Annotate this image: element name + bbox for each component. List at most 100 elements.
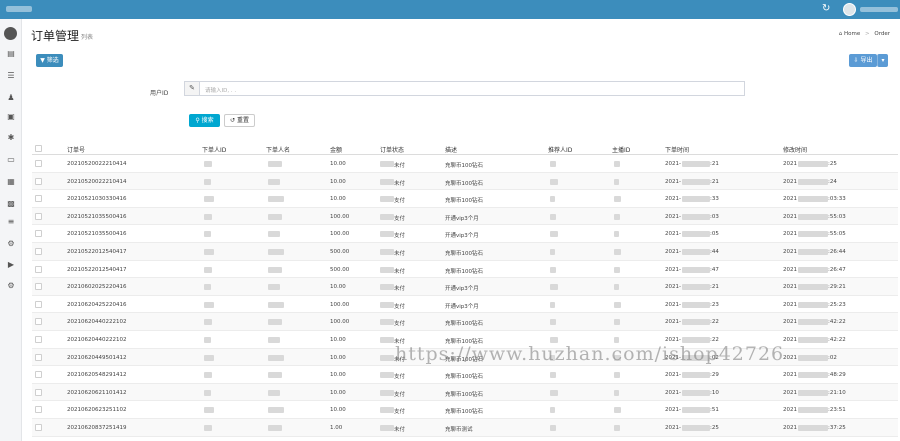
export-dropdown-button[interactable]: ▾	[877, 54, 888, 67]
reset-button[interactable]: ↺ 重置	[224, 114, 255, 127]
col-referrer-id[interactable]: 推荐人ID	[548, 145, 572, 154]
cell-buyer-id-blurred	[204, 407, 214, 414]
table-row[interactable]: 20210620623251102 10.00 支付 充聊币100钻石 2021-:51…	[32, 401, 898, 419]
col-buyer-name[interactable]: 下单人名	[266, 145, 290, 154]
redaction-block	[204, 372, 212, 379]
table-row[interactable]: 20210620621101412 10.00 支付 充聊币100钻石 2021-:10…	[32, 383, 898, 402]
table-row[interactable]: 20210520022210414 10.00 未付 充聊币100钻石 2021-:21…	[32, 155, 898, 173]
user-id-field[interactable]: ✎ 请输入ID, . .	[184, 81, 745, 96]
redaction-block	[204, 424, 212, 431]
chart-icon[interactable]: ▩	[6, 199, 16, 209]
table-row[interactable]: 20210521035500416 100.00 支付 开通vip3个月 2021-:0…	[32, 207, 898, 226]
table-row[interactable]: 20210522012540417 500.00 未付 充聊币100钻石 2021-:4…	[32, 242, 898, 261]
redaction-block	[550, 284, 558, 291]
row-checkbox[interactable]	[35, 388, 42, 396]
redaction-block	[550, 389, 558, 396]
cell-updated-time-tail: :26:44	[828, 248, 846, 255]
cell-status-blurred	[380, 389, 394, 397]
row-checkbox[interactable]	[35, 300, 42, 308]
video-icon[interactable]: ▶	[6, 260, 16, 270]
cell-buyer-name-blurred	[268, 248, 284, 256]
row-checkbox[interactable]	[35, 423, 42, 431]
row-checkbox[interactable]	[35, 406, 42, 414]
table-row[interactable]: 20210602025220416 10.00 未付 开通vip3个月 2021-:21…	[32, 278, 898, 296]
cell-updated-time-tail: :26:47	[828, 266, 846, 273]
image-icon[interactable]: ▦	[6, 177, 16, 187]
table-row[interactable]: 20210620548291412 10.00 支付 充聊币100钻石 2021-:29…	[32, 366, 898, 384]
redaction-block	[268, 266, 282, 273]
cell-created-time: 2021-	[665, 248, 681, 255]
cell-streamer-blurred	[614, 319, 620, 326]
table-row[interactable]: 20210620440222102 100.00 支付 充聊币100钻石 2021-:2…	[32, 313, 898, 331]
cell-buyer-id-blurred	[204, 354, 214, 362]
redaction-block	[380, 248, 394, 255]
row-checkbox[interactable]	[35, 283, 42, 291]
row-checkbox[interactable]	[35, 160, 42, 167]
table-row[interactable]: 20210522012540417 500.00 未付 充聊币100钻石 2021-:4…	[32, 261, 898, 279]
col-streamer-id[interactable]: 主播ID	[612, 145, 630, 154]
cell-created-time-blurred	[682, 213, 710, 221]
card-icon[interactable]: ▭	[6, 155, 16, 165]
redaction-block	[614, 266, 620, 273]
redaction-block	[682, 284, 710, 291]
cell-updated-time-blurred	[798, 319, 828, 326]
table-row[interactable]: 20210620425220416 100.00 支付 开通vip3个月 2021-:2…	[32, 296, 898, 314]
col-buyer-id[interactable]: 下单人ID	[202, 145, 226, 154]
row-checkbox[interactable]	[35, 230, 42, 238]
row-checkbox[interactable]	[35, 195, 42, 203]
cell-updated-time-tail: :24	[828, 178, 837, 185]
select-all-checkbox[interactable]	[35, 145, 42, 152]
list-icon[interactable]: ☰	[6, 71, 16, 81]
cell-buyer-name-blurred	[268, 319, 282, 326]
row-checkbox[interactable]	[35, 177, 42, 185]
order-icon[interactable]: ▣	[6, 112, 16, 122]
cell-status: 未付	[394, 286, 406, 293]
cog-icon[interactable]: ⚙	[6, 281, 16, 291]
row-checkbox[interactable]	[35, 353, 42, 361]
export-button[interactable]: ⇩ 导出	[849, 54, 877, 67]
cell-amount: 10.00	[330, 196, 346, 203]
redaction-block	[798, 231, 828, 238]
cell-created-time: 2021-	[665, 196, 681, 203]
users-icon[interactable]: ♟	[6, 93, 16, 103]
search-button[interactable]: ⚲ 搜索	[189, 114, 220, 127]
row-checkbox[interactable]	[35, 318, 42, 326]
col-order-no[interactable]: 订单号	[67, 145, 85, 154]
row-checkbox[interactable]	[35, 247, 42, 255]
table-row[interactable]: 20210620837251419 1.00 未付 充聊币测试 2021-:25 2021…	[32, 418, 898, 437]
cell-created-time: 2021-	[665, 161, 681, 167]
refresh-icon[interactable]: ↻	[822, 3, 830, 14]
settings-icon[interactable]: ✱	[6, 133, 16, 143]
table-row[interactable]: 20210521030330416 10.00 支付 充聊币100钻石 2021-:33…	[32, 190, 898, 208]
cell-buyer-name-blurred	[268, 372, 282, 379]
redaction-block	[204, 319, 212, 326]
col-description[interactable]: 描述	[445, 145, 457, 154]
username-blurred[interactable]	[860, 7, 898, 12]
cell-status-blurred	[380, 161, 394, 168]
user-avatar[interactable]	[843, 3, 856, 16]
col-created-time[interactable]: 下单时间	[665, 145, 689, 154]
dashboard-icon[interactable]: ▤	[6, 49, 16, 59]
filter-button[interactable]: ▼ 筛选	[36, 54, 63, 67]
col-updated-time[interactable]: 修改时间	[783, 145, 807, 154]
row-checkbox[interactable]	[35, 371, 42, 379]
logo[interactable]	[6, 6, 32, 12]
cell-status-blurred	[380, 196, 394, 203]
cell-buyer-id-blurred	[204, 161, 212, 168]
col-amount[interactable]: 金额	[330, 145, 342, 154]
cell-created-time-tail: :21	[710, 161, 719, 167]
table-row[interactable]: 20210521035500416 100.00 支付 开通vip3个月 2021-:0…	[32, 225, 898, 243]
gear-icon[interactable]: ⚙	[6, 239, 16, 249]
col-status[interactable]: 订单状态	[380, 145, 404, 154]
cell-updated-time: 2021	[783, 213, 797, 220]
menu-icon[interactable]: ≡	[6, 217, 16, 227]
row-checkbox[interactable]	[35, 212, 42, 220]
cell-streamer-blurred	[614, 178, 619, 186]
cell-created-time-tail: :33	[710, 196, 719, 203]
cell-order-no: 20210521035500416	[67, 231, 127, 238]
table-row[interactable]: 20210520022210414 10.00 未付 充聊币100钻石 2021-:21…	[32, 172, 898, 191]
breadcrumb: ⌂ Home > Order	[838, 31, 890, 37]
row-checkbox[interactable]	[35, 265, 42, 273]
row-checkbox[interactable]	[35, 335, 42, 343]
breadcrumb-home[interactable]: Home	[844, 31, 860, 37]
